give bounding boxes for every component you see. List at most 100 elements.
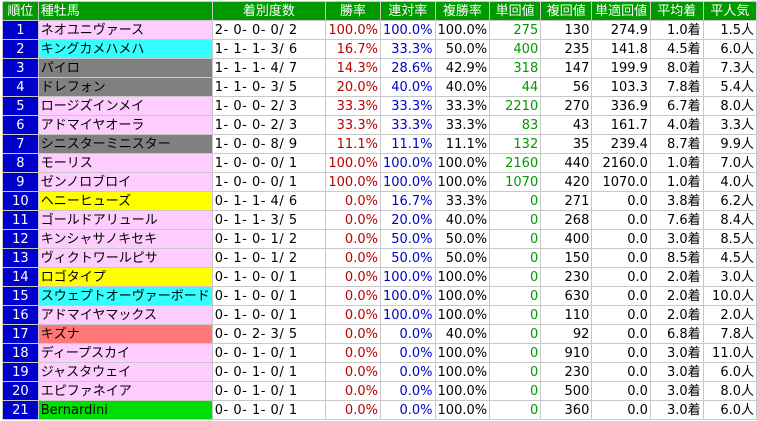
quinella-rate-cell: 100.0% — [379, 20, 436, 40]
show-return-cell: 500 — [540, 381, 593, 401]
average-popularity-cell: 6.0人 — [702, 39, 757, 59]
rank-cell: 20 — [2, 381, 39, 401]
win-return-cell: 0 — [489, 229, 542, 249]
win-rate-cell: 0.0% — [325, 229, 381, 249]
adjusted-win-return-cell: 336.9 — [591, 96, 651, 116]
table-body: 1 ネオユニヴァース 2- 0- 0- 0/ 2 100.0% 100.0% 100.0%… — [2, 20, 757, 420]
sire-name-cell: スウェプトオーヴァーボード — [37, 286, 213, 306]
sire-name-cell: ゴールドアリュール — [37, 210, 213, 230]
show-rate-cell: 40.0% — [434, 210, 491, 230]
table-row: 19 ジャスタウェイ 0- 0- 1- 0/ 1 0.0% 0.0% 100.0% 0 230… — [2, 362, 757, 382]
adjusted-win-return-cell: 0.0 — [591, 210, 651, 230]
win-return-cell: 0 — [489, 324, 542, 344]
win-return-cell: 0 — [489, 248, 542, 268]
show-rate-cell: 100.0% — [434, 20, 491, 40]
quinella-rate-cell: 28.6% — [379, 58, 436, 78]
quinella-rate-cell: 0.0% — [379, 400, 436, 420]
table-row: 9 ゼンノロブロイ 1- 0- 0- 0/ 1 100.0% 100.0% 100.0% 1… — [2, 172, 757, 192]
average-finish-cell: 3.0着 — [649, 381, 704, 401]
rank-cell: 18 — [2, 343, 39, 363]
show-rate-cell: 33.3% — [434, 115, 491, 135]
average-popularity-cell: 10.0人 — [702, 286, 757, 306]
table-row: 21 Bernardini 0- 0- 1- 0/ 1 0.0% 0.0% 100.0% 0… — [2, 400, 757, 420]
table-row: 2 キングカメハメハ 1- 1- 1- 3/ 6 16.7% 33.3% 50.0% 400… — [2, 39, 757, 59]
table-row: 4 ドレフォン 1- 1- 0- 3/ 5 20.0% 40.0% 40.0% 44 56 10… — [2, 77, 757, 97]
win-return-cell: 0 — [489, 343, 542, 363]
header-rank: 順位 — [2, 1, 39, 21]
table-row: 13 ヴィクトワールピサ 0- 1- 0- 1/ 2 0.0% 50.0% 50.0% 0 1… — [2, 248, 757, 268]
average-finish-cell: 2.0着 — [649, 267, 704, 287]
table-row: 14 ロゴタイプ 0- 1- 0- 0/ 1 0.0% 100.0% 100.0% 0 230… — [2, 267, 757, 287]
adjusted-win-return-cell: 0.0 — [591, 229, 651, 249]
rank-cell: 17 — [2, 324, 39, 344]
quinella-rate-cell: 40.0% — [379, 77, 436, 97]
adjusted-win-return-cell: 0.0 — [591, 343, 651, 363]
average-finish-cell: 8.7着 — [649, 134, 704, 154]
record-cell: 0- 0- 1- 0/ 1 — [211, 343, 327, 363]
average-popularity-cell: 8.4人 — [702, 210, 757, 230]
win-return-cell: 0 — [489, 362, 542, 382]
header-average-finish: 平均着 — [649, 1, 704, 21]
show-return-cell: 230 — [540, 267, 593, 287]
win-return-cell: 0 — [489, 286, 542, 306]
show-return-cell: 43 — [540, 115, 593, 135]
win-return-cell: 83 — [489, 115, 542, 135]
sire-name-cell: シニスターミニスター — [37, 134, 213, 154]
rank-cell: 11 — [2, 210, 39, 230]
record-cell: 0- 0- 1- 0/ 1 — [211, 381, 327, 401]
win-return-cell: 132 — [489, 134, 542, 154]
show-return-cell: 400 — [540, 229, 593, 249]
quinella-rate-cell: 0.0% — [379, 381, 436, 401]
sire-name-cell: ゼンノロブロイ — [37, 172, 213, 192]
average-popularity-cell: 9.9人 — [702, 134, 757, 154]
table-row: 17 キズナ 0- 0- 2- 3/ 5 0.0% 0.0% 40.0% 0 92 0.0 6.8… — [2, 324, 757, 344]
average-finish-cell: 2.0着 — [649, 305, 704, 325]
sire-name-cell: キングカメハメハ — [37, 39, 213, 59]
adjusted-win-return-cell: 1070.0 — [591, 172, 651, 192]
show-return-cell: 147 — [540, 58, 593, 78]
sire-name-cell: ジャスタウェイ — [37, 362, 213, 382]
table-row: 7 シニスターミニスター 1- 0- 0- 8/ 9 11.1% 11.1% 11.1% 1… — [2, 134, 757, 154]
win-return-cell: 44 — [489, 77, 542, 97]
show-rate-cell: 50.0% — [434, 229, 491, 249]
show-rate-cell: 100.0% — [434, 400, 491, 420]
show-rate-cell: 50.0% — [434, 39, 491, 59]
show-return-cell: 35 — [540, 134, 593, 154]
rank-cell: 7 — [2, 134, 39, 154]
win-rate-cell: 0.0% — [325, 248, 381, 268]
average-finish-cell: 3.0着 — [649, 400, 704, 420]
win-rate-cell: 0.0% — [325, 267, 381, 287]
table-row: 16 アドマイヤマックス 0- 1- 0- 0/ 1 0.0% 100.0% 100.0%… — [2, 305, 757, 325]
header-show-return: 複回値 — [540, 1, 593, 21]
record-cell: 0- 1- 0- 0/ 1 — [211, 286, 327, 306]
win-return-cell: 0 — [489, 400, 542, 420]
show-return-cell: 630 — [540, 286, 593, 306]
header-sire: 種牡馬 — [37, 1, 213, 21]
sire-stats-table: 順位 種牡馬 着別度数 勝率 連対率 複勝率 単回値 複回値 単適回値 平均着 … — [2, 1, 757, 420]
show-return-cell: 360 — [540, 400, 593, 420]
header-win-return: 単回値 — [489, 1, 542, 21]
show-rate-cell: 50.0% — [434, 248, 491, 268]
record-cell: 0- 1- 0- 1/ 2 — [211, 248, 327, 268]
rank-cell: 10 — [2, 191, 39, 211]
table-row: 6 アドマイヤオーラ 1- 0- 0- 2/ 3 33.3% 33.3% 33.3% 83 4… — [2, 115, 757, 135]
rank-cell: 19 — [2, 362, 39, 382]
table-row: 11 ゴールドアリュール 0- 1- 1- 3/ 5 0.0% 20.0% 40.0% 0 2… — [2, 210, 757, 230]
average-popularity-cell: 8.0人 — [702, 96, 757, 116]
adjusted-win-return-cell: 0.0 — [591, 286, 651, 306]
show-rate-cell: 33.3% — [434, 96, 491, 116]
win-rate-cell: 0.0% — [325, 210, 381, 230]
rank-cell: 16 — [2, 305, 39, 325]
average-popularity-cell: 6.2人 — [702, 191, 757, 211]
average-popularity-cell: 7.0人 — [702, 153, 757, 173]
average-popularity-cell: 8.0人 — [702, 381, 757, 401]
quinella-rate-cell: 100.0% — [379, 172, 436, 192]
quinella-rate-cell: 33.3% — [379, 96, 436, 116]
record-cell: 0- 0- 1- 0/ 1 — [211, 362, 327, 382]
record-cell: 0- 1- 0- 0/ 1 — [211, 267, 327, 287]
quinella-rate-cell: 100.0% — [379, 286, 436, 306]
rank-cell: 13 — [2, 248, 39, 268]
show-return-cell: 420 — [540, 172, 593, 192]
record-cell: 1- 0- 0- 0/ 1 — [211, 153, 327, 173]
win-return-cell: 1070 — [489, 172, 542, 192]
